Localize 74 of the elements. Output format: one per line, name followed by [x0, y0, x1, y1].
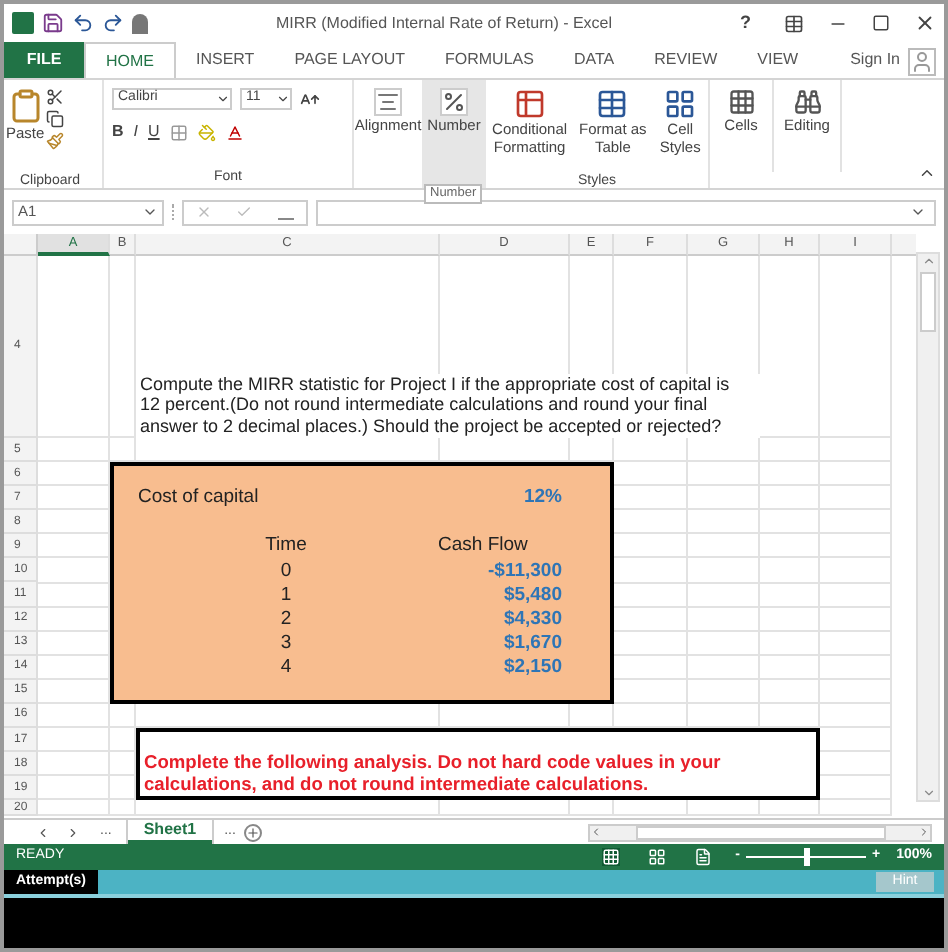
font-color-icon[interactable] — [225, 123, 244, 141]
sheet-tab[interactable]: Sheet1 — [127, 820, 213, 844]
cut-icon[interactable] — [46, 88, 65, 106]
cost-of-capital-value: 12% — [523, 486, 562, 511]
formula-input[interactable] — [316, 199, 936, 225]
previous-sheet-icon[interactable] — [36, 825, 50, 839]
close-icon[interactable] — [914, 12, 936, 34]
next-sheet-icon[interactable] — [66, 825, 80, 839]
ribbon-display-icon[interactable] — [784, 13, 804, 33]
cash-flow-value: $2,150 — [501, 656, 562, 682]
time-header: Time — [263, 534, 309, 560]
zoom-slider[interactable] — [746, 848, 866, 866]
grow-font-icon[interactable] — [300, 89, 320, 109]
cash-flow-value: -$11,300 — [486, 559, 562, 584]
help-button[interactable]: ? — [740, 9, 760, 37]
file-tab[interactable]: FILE — [4, 42, 84, 78]
borders-icon[interactable] — [169, 123, 188, 141]
scroll-up-icon[interactable] — [921, 254, 935, 268]
time-value: 1 — [278, 583, 294, 608]
redo-icon[interactable] — [102, 12, 124, 34]
clipboard-icon — [7, 88, 44, 124]
time-value: 2 — [278, 608, 294, 633]
cash-flow-header: Cash Flow — [438, 534, 528, 560]
table-icon — [596, 88, 629, 120]
ribbon-tab[interactable]: PAGE LAYOUT — [274, 42, 425, 78]
grid-icon — [727, 88, 755, 116]
undo-icon[interactable] — [72, 12, 94, 34]
ribbon-tab[interactable]: HOME — [84, 42, 176, 78]
time-value: 0 — [278, 559, 294, 584]
caret-icon — [276, 92, 290, 106]
sign-in-link[interactable]: Sign In — [850, 48, 900, 72]
horizontal-scrollbar[interactable] — [588, 823, 932, 841]
bold-button[interactable]: B — [112, 120, 124, 144]
underline-button[interactable]: U — [148, 120, 160, 144]
time-value: 3 — [278, 632, 294, 657]
ribbon-tab[interactable]: DATA — [553, 42, 635, 78]
ribbon-tab[interactable]: VIEW — [737, 42, 819, 78]
new-sheet-icon[interactable] — [243, 823, 262, 841]
ribbon-tab[interactable]: FORMULAS — [424, 42, 554, 78]
percent-icon — [440, 88, 468, 116]
scrollbar-thumb[interactable] — [635, 825, 885, 839]
copy-icon[interactable] — [46, 110, 65, 128]
page-break-icon[interactable] — [693, 848, 712, 866]
table-icon — [513, 88, 546, 120]
italic-button[interactable]: I — [133, 120, 139, 144]
cash-flow-value: $4,330 — [501, 608, 562, 633]
cash-flow-value: $1,670 — [501, 632, 562, 657]
instruction-text: Complete the following analysis. Do not hard code values in your calculations, and do not round intermediate calculations. — [144, 752, 723, 795]
time-value: 4 — [278, 656, 294, 682]
cash-flow-value: $5,480 — [501, 583, 562, 608]
ribbon-tab[interactable]: REVIEW — [634, 42, 738, 78]
normal-view-icon[interactable] — [601, 848, 620, 866]
grid-icon — [664, 88, 697, 120]
ribbon-tab[interactable]: INSERT — [176, 42, 275, 78]
binoculars-icon — [793, 88, 821, 116]
caret-icon — [910, 204, 926, 220]
save-icon[interactable] — [42, 12, 64, 34]
scrollbar-thumb[interactable] — [920, 272, 936, 332]
caret-icon — [216, 92, 230, 106]
cost-of-capital-label: Cost of capital — [138, 486, 259, 511]
account-icon[interactable] — [908, 48, 936, 76]
question-text: Compute the MIRR statistic for Project I if the appropriate cost of capital is 12 percent.(Do not round intermediate calculations and round your final answer to 2 decimal places.) Should the project be accepted or rejected? — [136, 373, 760, 438]
window-title: MIRR (Modified Internal Rate of Return) - Excel — [273, 11, 615, 35]
scroll-down-icon[interactable] — [921, 786, 935, 800]
alignment-icon — [374, 88, 402, 116]
caret-icon — [142, 204, 158, 220]
vertical-scrollbar[interactable] — [916, 252, 940, 802]
scroll-right-icon[interactable] — [918, 826, 930, 838]
collapse-ribbon-icon[interactable] — [918, 164, 936, 182]
excel-logo-icon — [12, 12, 34, 34]
page-layout-icon[interactable] — [647, 848, 666, 866]
scroll-left-icon[interactable] — [590, 826, 602, 838]
restore-icon[interactable] — [872, 14, 890, 32]
fill-color-icon[interactable] — [197, 123, 216, 141]
